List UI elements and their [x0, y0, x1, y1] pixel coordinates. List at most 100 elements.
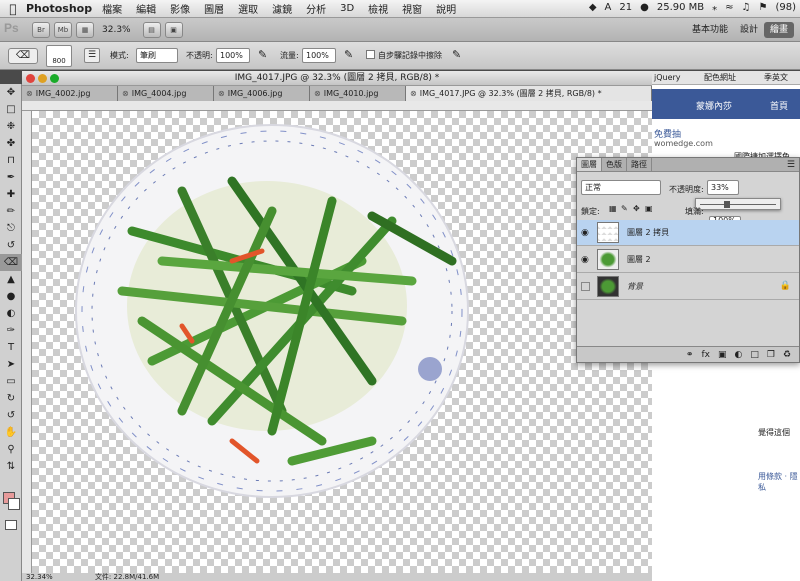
menu-select[interactable]: 選取 [238, 1, 258, 16]
eraser-preset-picker[interactable]: ⌫ [8, 48, 38, 64]
tab-img-4010[interactable]: ⊗ IMG_4010.jpg [310, 86, 406, 101]
zoom-tool-icon[interactable]: ⚲ [0, 441, 22, 458]
path-select-tool-icon[interactable]: ➤ [0, 356, 22, 373]
hand-tool-icon[interactable]: ✋ [0, 424, 22, 441]
new-layer-icon[interactable]: ❐ [767, 350, 775, 360]
paint-bucket-tool-icon[interactable]: ▲ [0, 271, 22, 288]
home-link[interactable]: 首頁 [770, 99, 788, 112]
close-window-icon[interactable] [26, 74, 35, 83]
layer-row[interactable]: ◉ 圖層 2 拷貝 [577, 220, 799, 246]
apple-menu-icon[interactable]:  [0, 2, 26, 16]
opacity-slider-thumb[interactable] [724, 201, 730, 208]
tab-layers[interactable]: 圖層 [577, 158, 602, 171]
marquee-tool-icon[interactable]: □ [0, 101, 22, 118]
flow-input[interactable]: 100% [302, 48, 336, 63]
pen-tool-icon[interactable]: ✑ [0, 322, 22, 339]
blend-mode-select[interactable]: 正常 [581, 180, 661, 195]
close-tab-icon[interactable]: ⊗ [122, 89, 129, 98]
brush-tool-icon[interactable]: ✏ [0, 203, 22, 220]
workspace-design[interactable]: 設計 [734, 22, 764, 38]
link-layers-icon[interactable]: ⚭ [686, 350, 694, 360]
bookmark-english[interactable]: 季英文 [764, 71, 788, 85]
3d-orbit-tool-icon[interactable]: ↺ [0, 407, 22, 424]
adjustment-layer-icon[interactable]: ◐ [734, 350, 742, 360]
healing-tool-icon[interactable]: ✚ [0, 186, 22, 203]
pressure-size-icon[interactable]: ✎ [452, 48, 461, 61]
zoom-level[interactable]: 32.3% [102, 25, 131, 35]
tab-img-4017[interactable]: ⊗ IMG_4017.JPG @ 32.3% (圖層 2 拷貝, RGB/8) * [406, 86, 652, 101]
eraser-tool-icon[interactable]: ⌫ [0, 254, 22, 271]
horizontal-ruler[interactable] [22, 101, 652, 111]
crop-tool-icon[interactable]: ⊓ [0, 152, 22, 169]
view-extras-button[interactable]: ▦ [76, 21, 94, 38]
user-name[interactable]: 蒙娜內莎 [696, 99, 732, 112]
layer-name[interactable]: 背景 [627, 281, 643, 292]
add-mask-icon[interactable]: ▣ [718, 350, 727, 360]
menu-edit[interactable]: 編輯 [136, 1, 156, 16]
layer-name[interactable]: 圖層 2 [627, 254, 651, 265]
quick-mask-icon[interactable] [5, 520, 17, 530]
lock-transparency-icon[interactable]: ▦ [609, 204, 617, 213]
opacity-slider-track[interactable] [700, 204, 776, 205]
stamp-tool-icon[interactable]: ⎋ [0, 220, 22, 237]
menu-help[interactable]: 說明 [436, 1, 456, 16]
menu-analysis[interactable]: 分析 [306, 1, 326, 16]
menu-filter[interactable]: 濾鏡 [272, 1, 292, 16]
airbrush-icon[interactable]: ✎ [344, 48, 353, 61]
status-zoom[interactable]: 32.34% [26, 573, 53, 581]
swap-colors-icon[interactable]: ⇅ [0, 458, 22, 478]
app-menu[interactable]: Photoshop [26, 2, 92, 15]
quick-select-tool-icon[interactable]: ✤ [0, 135, 22, 152]
image-canvas[interactable] [32, 111, 652, 573]
layer-opacity-input[interactable]: 33% [707, 180, 739, 195]
eyedropper-tool-icon[interactable]: ✒ [0, 169, 22, 186]
panel-menu-icon[interactable]: ☰ [787, 158, 795, 171]
3d-rotate-tool-icon[interactable]: ↻ [0, 390, 22, 407]
brush-preset-picker[interactable]: 800 [46, 45, 72, 67]
lock-all-icon[interactable]: ▣ [645, 204, 653, 213]
pressure-opacity-icon[interactable]: ✎ [258, 48, 267, 61]
bluetooth-icon[interactable]: ⁎ [712, 2, 717, 13]
tab-channels[interactable]: 色版 [602, 158, 627, 171]
visibility-toggle-empty[interactable] [581, 282, 590, 291]
close-tab-icon[interactable]: ⊗ [314, 89, 321, 98]
layer-row[interactable]: ◉ 圖層 2 [577, 247, 799, 273]
lock-pixels-icon[interactable]: ✎ [621, 204, 628, 213]
tab-img-4006[interactable]: ⊗ IMG_4006.jpg [214, 86, 310, 101]
menu-view[interactable]: 檢視 [368, 1, 388, 16]
close-tab-icon[interactable]: ⊗ [410, 89, 417, 98]
bookmark-jquery[interactable]: jQuery [654, 71, 681, 85]
new-group-icon[interactable]: □ [750, 350, 759, 360]
type-tool-icon[interactable]: T [0, 339, 22, 356]
menu-3d[interactable]: 3D [340, 3, 354, 14]
terms-link[interactable]: 用條款 · 隱私 [758, 471, 800, 493]
wifi-icon[interactable]: ≈ [725, 2, 733, 13]
close-tab-icon[interactable]: ⊗ [26, 89, 33, 98]
workspace-essentials[interactable]: 基本功能 [686, 22, 734, 38]
dodge-tool-icon[interactable]: ◐ [0, 305, 22, 322]
workspace-painting[interactable]: 繪畫 [764, 22, 795, 38]
bookmark-color[interactable]: 配色網址 [704, 71, 736, 85]
menu-image[interactable]: 影像 [170, 1, 190, 16]
shape-tool-icon[interactable]: ▭ [0, 373, 22, 390]
screen-mode-button[interactable]: ▣ [164, 21, 183, 38]
visibility-eye-icon[interactable]: ◉ [581, 228, 589, 238]
flag-icon[interactable]: ⚑ [759, 2, 768, 13]
delete-layer-icon[interactable]: ♻ [783, 350, 791, 360]
brush-panel-icon[interactable]: ☰ [84, 48, 100, 63]
menu-window[interactable]: 視窗 [402, 1, 422, 16]
visibility-eye-icon[interactable]: ◉ [581, 255, 589, 265]
move-tool-icon[interactable]: ✥ [0, 84, 22, 101]
adobe-icon[interactable]: A [605, 2, 612, 13]
mode-select[interactable]: 筆刷 [136, 48, 178, 63]
close-tab-icon[interactable]: ⊗ [218, 89, 225, 98]
opacity-input[interactable]: 100% [216, 48, 250, 63]
tab-img-4002[interactable]: ⊗ IMG_4002.jpg [22, 86, 118, 101]
tab-paths[interactable]: 路徑 [627, 158, 652, 171]
volume-icon[interactable]: ♫ [742, 2, 751, 13]
lock-position-icon[interactable]: ✥ [633, 204, 640, 213]
zoom-window-icon[interactable] [50, 74, 59, 83]
layer-style-icon[interactable]: fx [701, 350, 710, 360]
tab-img-4004[interactable]: ⊗ IMG_4004.jpg [118, 86, 214, 101]
layer-name[interactable]: 圖層 2 拷貝 [627, 227, 669, 238]
